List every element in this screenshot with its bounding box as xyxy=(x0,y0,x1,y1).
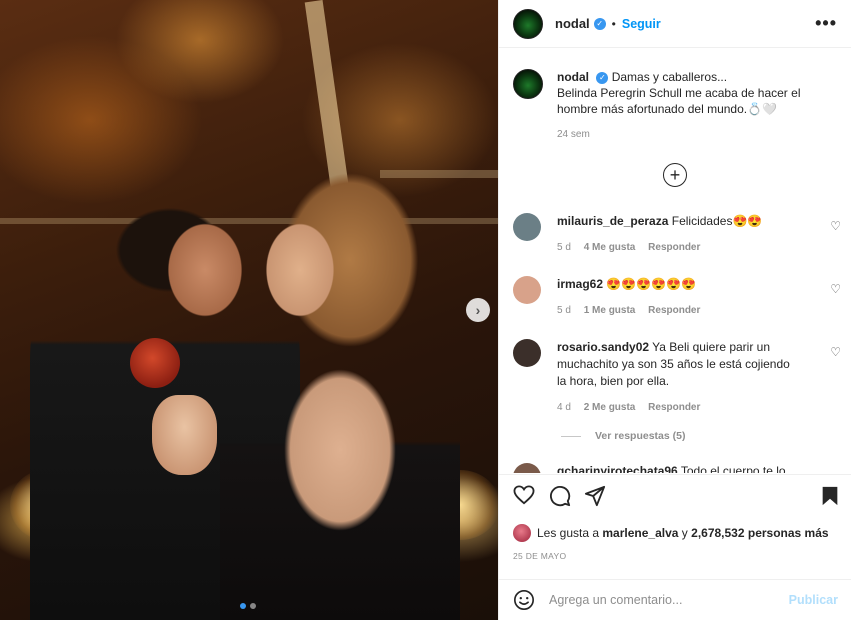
next-arrow-icon[interactable]: › xyxy=(466,298,490,322)
comment-like-heart-icon[interactable]: ♡ xyxy=(830,345,841,359)
comment-like-heart-icon[interactable]: ♡ xyxy=(830,219,841,233)
caption-time[interactable]: 24 sem xyxy=(557,127,817,143)
commenter-avatar[interactable] xyxy=(513,463,541,473)
comment-time[interactable]: 5 d xyxy=(557,242,571,253)
commenter-avatar[interactable] xyxy=(513,213,541,241)
comment-body: milauris_de_peraza Felicidades😍😍 5 d 4 M… xyxy=(557,213,801,256)
comment-time[interactable]: 4 d xyxy=(557,402,571,413)
author-avatar[interactable] xyxy=(513,8,543,39)
post-date[interactable]: 25 DE MAYO xyxy=(513,551,566,561)
comment-time[interactable]: 5 d xyxy=(557,305,571,316)
verified-badge-icon: ✓ xyxy=(596,71,609,84)
share-icon[interactable] xyxy=(584,485,606,507)
photo-hand-ring xyxy=(152,395,217,475)
view-replies-label[interactable]: Ver respuestas (5) xyxy=(595,430,685,442)
caption-line1: Damas y caballeros... xyxy=(611,70,728,84)
caption-avatar[interactable] xyxy=(513,69,543,99)
photo-person-woman xyxy=(220,150,460,620)
comment-likes[interactable]: 4 Me gusta xyxy=(584,242,636,253)
reply-button[interactable]: Responder xyxy=(648,402,700,413)
comment-item: milauris_de_peraza Felicidades😍😍 5 d 4 M… xyxy=(513,213,843,256)
post-side-panel: nodal ✓ • Seguir ••• nodal ✓ Damas y cab… xyxy=(498,0,851,620)
commenter-avatar[interactable] xyxy=(513,276,541,304)
comment-username[interactable]: rosario.sandy02 xyxy=(557,340,649,354)
liker-avatar[interactable] xyxy=(513,524,531,542)
likes-conj: y xyxy=(681,526,688,540)
liker-username[interactable]: marlene_alva xyxy=(602,526,678,540)
carousel-dots xyxy=(240,603,256,609)
caption-body: nodal ✓ Damas y caballeros... Belinda Pe… xyxy=(557,69,817,143)
comment-meta: 5 d 4 Me gusta Responder xyxy=(557,239,801,256)
comment-icon[interactable] xyxy=(549,485,571,507)
comment-text: 😍😍😍😍😍😍 xyxy=(606,277,697,291)
emoji-icon[interactable] xyxy=(513,589,535,611)
view-replies-button[interactable]: Ver respuestas (5) xyxy=(561,430,685,442)
reply-button[interactable]: Responder xyxy=(648,242,700,253)
comment-text: Felicidades😍😍 xyxy=(671,214,763,228)
follow-button[interactable]: Seguir xyxy=(622,17,661,31)
likes-line: Les gusta a marlene_alva y 2,678,532 per… xyxy=(513,524,829,542)
comment-likes[interactable]: 2 Me gusta xyxy=(584,402,636,413)
comment-likes[interactable]: 1 Me gusta xyxy=(584,305,636,316)
comment-body: irmag62 😍😍😍😍😍😍 5 d 1 Me gusta Responder xyxy=(557,276,801,319)
author-username[interactable]: nodal xyxy=(555,16,590,31)
reply-button[interactable]: Responder xyxy=(648,305,700,316)
comment-meta: 5 d 1 Me gusta Responder xyxy=(557,302,801,319)
comment-body: rosario.sandy02 Ya Beli quiere parir un … xyxy=(557,339,801,416)
add-comment-bar: Agrega un comentario... Publicar xyxy=(499,579,851,620)
comment-body: gcharinyirotechata96 Todo el cuerpo te l… xyxy=(557,463,801,473)
comment-item: irmag62 😍😍😍😍😍😍 5 d 1 Me gusta Responder … xyxy=(513,276,843,319)
comment-meta: 4 d 2 Me gusta Responder xyxy=(557,399,801,416)
comment-username[interactable]: irmag62 xyxy=(557,277,603,291)
verified-badge-icon: ✓ xyxy=(593,17,606,30)
comment-text: Todo el cuerpo te lo xyxy=(680,464,786,473)
comment-item-partial: gcharinyirotechata96 Todo el cuerpo te l… xyxy=(513,463,843,473)
post-header: nodal ✓ • Seguir ••• xyxy=(499,0,851,48)
caption-line2: Belinda Peregrin Schull me acaba de hace… xyxy=(557,86,801,116)
comment-like-heart-icon[interactable]: ♡ xyxy=(830,282,841,296)
comment-input[interactable]: Agrega un comentario... xyxy=(549,593,789,607)
load-more-icon[interactable]: + xyxy=(663,163,687,187)
likes-prefix: Les gusta a xyxy=(537,526,600,540)
action-bar xyxy=(499,474,851,514)
comment-item: rosario.sandy02 Ya Beli quiere parir un … xyxy=(513,339,843,416)
post-photo[interactable]: › xyxy=(0,0,498,620)
likes-count[interactable]: 2,678,532 personas más xyxy=(691,526,828,540)
comments-area[interactable]: nodal ✓ Damas y caballeros... Belinda Pe… xyxy=(499,49,851,473)
carousel-dot xyxy=(250,603,256,609)
replies-line xyxy=(561,435,581,437)
heart-icon[interactable] xyxy=(513,485,535,505)
publish-button[interactable]: Publicar xyxy=(789,593,838,607)
commenter-avatar[interactable] xyxy=(513,339,541,367)
comment-username[interactable]: gcharinyirotechata96 xyxy=(557,464,678,473)
bookmark-icon[interactable] xyxy=(820,485,840,507)
comment-username[interactable]: milauris_de_peraza xyxy=(557,214,668,228)
more-options-icon[interactable]: ••• xyxy=(815,13,837,34)
post-caption: nodal ✓ Damas y caballeros... Belinda Pe… xyxy=(499,49,851,143)
carousel-dot-active xyxy=(240,603,246,609)
separator-dot: • xyxy=(611,16,616,31)
photo-rose xyxy=(130,338,180,388)
caption-username[interactable]: nodal xyxy=(557,70,589,84)
